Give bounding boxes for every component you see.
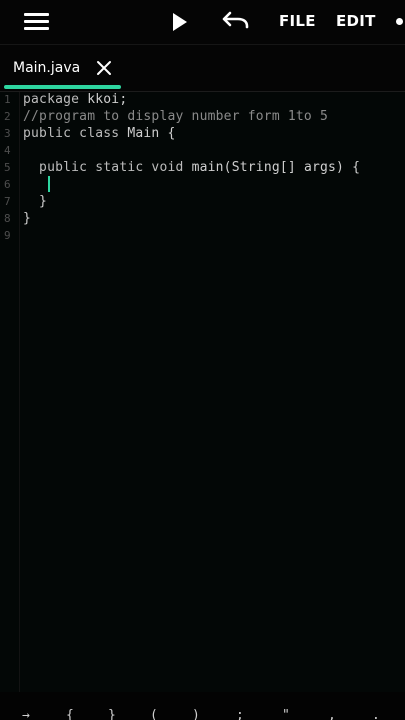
code-text: Main { bbox=[119, 126, 176, 141]
line-number: 5 bbox=[4, 161, 11, 174]
undo-icon-shape bbox=[222, 11, 249, 29]
line-number: 1 bbox=[4, 93, 11, 106]
code-text: kkoi; bbox=[79, 92, 128, 107]
symbol-key[interactable]: " bbox=[282, 708, 290, 720]
line-number-gutter: 1 2 3 4 5 6 7 8 9 bbox=[0, 92, 19, 692]
line-number: 2 bbox=[4, 110, 11, 123]
text-cursor bbox=[48, 176, 50, 192]
code-editor[interactable]: 1 2 3 4 5 6 7 8 9 package kkoi; //progra… bbox=[0, 92, 405, 692]
code-keyword: public class bbox=[23, 126, 120, 141]
tab-main-java[interactable]: Main.java bbox=[0, 45, 122, 91]
file-menu[interactable]: FILE bbox=[279, 12, 316, 30]
tab-bar: Main.java bbox=[0, 45, 405, 91]
play-icon[interactable] bbox=[170, 0, 190, 44]
symbol-key[interactable]: , bbox=[328, 708, 336, 720]
code-line: public class Main { bbox=[23, 126, 176, 141]
symbol-key[interactable]: ( bbox=[150, 708, 158, 720]
close-icon[interactable] bbox=[96, 60, 112, 76]
code-line: package kkoi; bbox=[23, 92, 127, 107]
play-icon-shape bbox=[173, 13, 187, 31]
code-line: } bbox=[23, 211, 32, 226]
more-icon[interactable] bbox=[396, 18, 403, 25]
code-line: } bbox=[23, 194, 48, 209]
code-text: main(String[] args) { bbox=[183, 160, 361, 175]
active-tab-indicator bbox=[4, 85, 121, 89]
gutter-divider bbox=[19, 92, 20, 692]
code-comment: //program to display number form 1to 5 bbox=[23, 109, 329, 124]
line-number: 8 bbox=[4, 212, 11, 225]
tab-label: Main.java bbox=[13, 60, 81, 76]
line-number: 3 bbox=[4, 127, 11, 140]
symbol-key[interactable]: . bbox=[372, 708, 380, 720]
code-keyword: package bbox=[23, 92, 80, 107]
line-number: 7 bbox=[4, 195, 11, 208]
undo-icon[interactable] bbox=[220, 0, 250, 44]
edit-menu[interactable]: EDIT bbox=[336, 12, 376, 30]
symbol-keys-bar: → { } ( ) ; " , . bbox=[0, 700, 405, 720]
menu-icon[interactable] bbox=[24, 0, 50, 44]
symbol-key[interactable]: ; bbox=[236, 708, 244, 720]
line-number: 9 bbox=[4, 229, 11, 242]
symbol-key[interactable]: → bbox=[22, 708, 30, 720]
code-keyword: public static void bbox=[23, 160, 184, 175]
symbol-key[interactable]: } bbox=[108, 708, 116, 720]
toolbar: FILE EDIT bbox=[0, 0, 405, 44]
code-line: //program to display number form 1to 5 bbox=[23, 109, 328, 124]
code-line: public static void main(String[] args) { bbox=[23, 160, 360, 175]
line-number: 4 bbox=[4, 144, 11, 157]
symbol-key[interactable]: { bbox=[66, 708, 74, 720]
line-number: 6 bbox=[4, 178, 11, 191]
symbol-key[interactable]: ) bbox=[192, 708, 200, 720]
